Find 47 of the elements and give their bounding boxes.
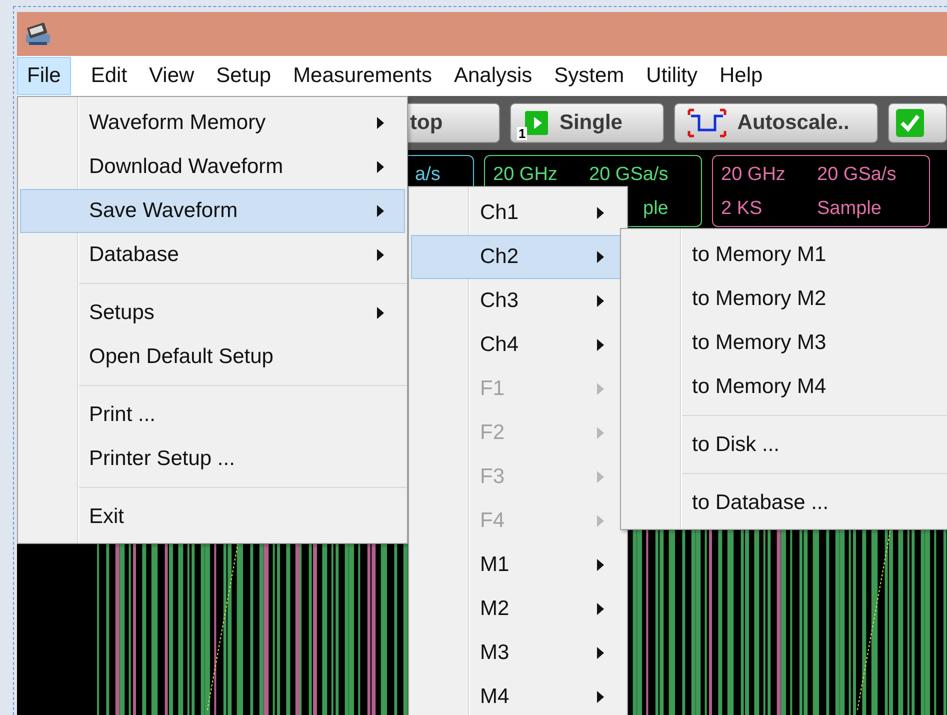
menu-item[interactable]: Setups — [20, 291, 405, 335]
channel-info-text: 2 KS — [721, 198, 764, 221]
menu-bar-item[interactable]: Setup — [206, 57, 282, 95]
channel-info-text: 20 GHz — [721, 164, 786, 187]
menu-item[interactable]: Ch4 — [411, 323, 625, 367]
menu-bar-item[interactable]: Help — [710, 57, 773, 95]
menu-bar-item[interactable]: Analysis — [444, 57, 542, 95]
channel-info-text: a/s — [415, 164, 440, 187]
menu-item[interactable]: M3 — [411, 631, 625, 675]
menu-bar-item[interactable]: Edit — [80, 57, 138, 95]
number-label: 1 — [517, 127, 527, 140]
menu-item[interactable]: to Memory M3 — [623, 321, 947, 365]
menu-item[interactable]: Open Default Setup — [20, 335, 405, 379]
channel-info-text: 20 GHz — [493, 164, 558, 187]
channel-info-text: 20 GSa/s — [589, 164, 670, 187]
square-wave-icon — [687, 108, 728, 138]
menu-item[interactable]: Exit — [20, 495, 405, 539]
menu-item[interactable]: M4 — [411, 675, 625, 715]
menu-bar-item[interactable]: View — [139, 57, 204, 95]
channel-info-text: Sample — [817, 198, 882, 221]
menu-item[interactable]: Save Waveform — [20, 189, 405, 233]
menu-item[interactable]: M1 — [411, 543, 625, 587]
menu-item[interactable]: Print ... — [20, 393, 405, 437]
menu-bar-item[interactable]: System — [544, 57, 634, 95]
channel-info-text: 20 GSa/s — [817, 164, 898, 187]
menu-item[interactable]: Waveform Memory — [20, 101, 405, 145]
menu-item[interactable]: to Memory M4 — [623, 365, 947, 409]
stop-button[interactable]: top — [408, 103, 500, 143]
menu-bar-item[interactable]: Measurements — [283, 57, 442, 95]
menu-item[interactable]: M2 — [411, 587, 625, 631]
menu-bar-item[interactable]: File — [17, 57, 71, 95]
apply-button[interactable] — [888, 103, 947, 143]
menu-bar-item[interactable]: Utility — [636, 57, 708, 95]
menu-item[interactable]: Download Waveform — [20, 145, 405, 189]
menu-item[interactable]: Ch3 — [411, 279, 625, 323]
single-button[interactable]: 1 Single — [510, 103, 664, 143]
menu-item[interactable]: to Database ... — [623, 481, 947, 525]
menu-item[interactable]: to Disk ... — [623, 423, 947, 467]
oscilloscope-icon — [23, 20, 53, 48]
menu-item[interactable]: Printer Setup ... — [20, 437, 405, 481]
channel-info-text: ple — [643, 198, 668, 221]
menu-item[interactable]: Ch1 — [411, 191, 625, 235]
menu-item[interactable]: Database — [20, 233, 405, 277]
autoscale-button[interactable]: Autoscale.. — [674, 103, 878, 143]
checkmark-icon — [895, 108, 926, 138]
menu-item[interactable]: to Memory M2 — [623, 277, 947, 321]
menu-item[interactable]: to Memory M1 — [623, 233, 947, 277]
